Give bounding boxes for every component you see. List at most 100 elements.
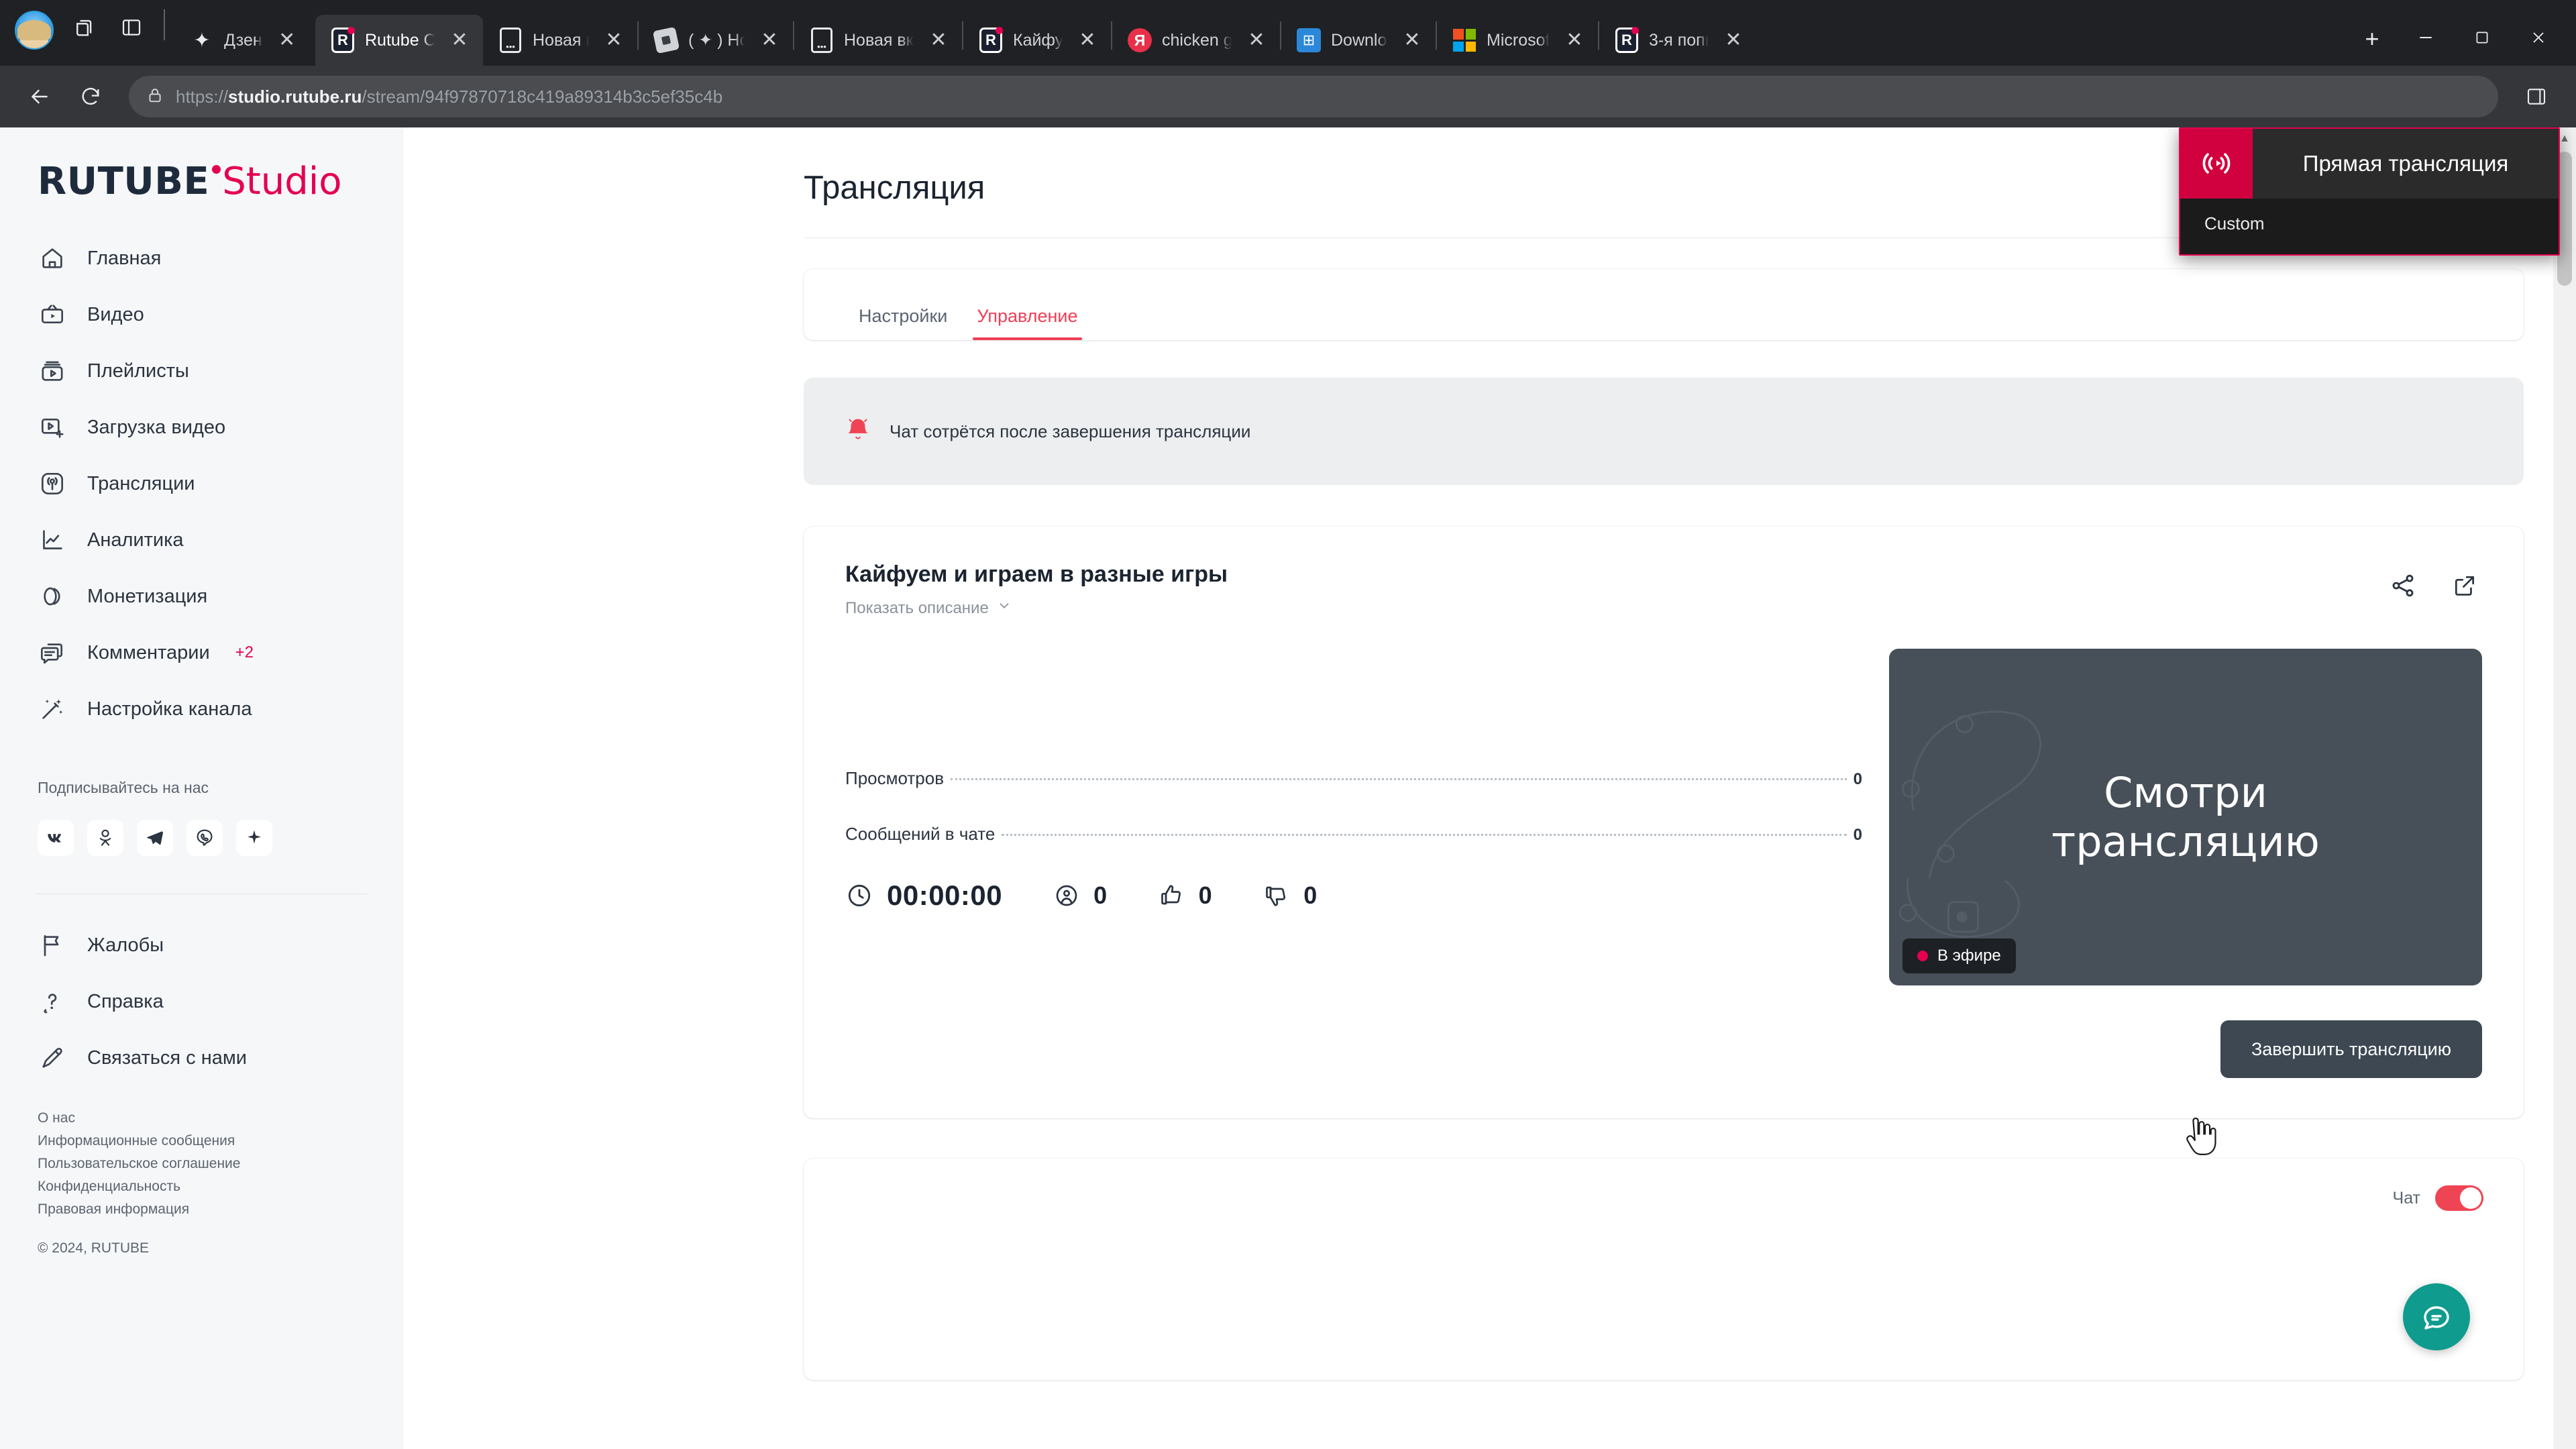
live-badge-label: В эфире bbox=[1937, 947, 2001, 965]
tab-close-icon[interactable]: ✕ bbox=[1241, 25, 1272, 56]
footer-link[interactable]: О нас bbox=[38, 1110, 402, 1126]
page-scrollbar[interactable]: ▲ bbox=[2553, 127, 2576, 1449]
browser-tab[interactable]: ✦Дзен✕ bbox=[174, 15, 315, 66]
sidebar-item-comments[interactable]: Комментарии+2 bbox=[0, 625, 402, 681]
close-window-button[interactable] bbox=[2510, 19, 2567, 56]
tab-close-icon[interactable]: ✕ bbox=[444, 25, 475, 56]
sidebar-nav-primary: ГлавнаяВидеоПлейлистыЗагрузка видео Транс… bbox=[0, 230, 402, 737]
support-chat-button[interactable] bbox=[2403, 1283, 2470, 1350]
stream-preview-column: Смотри трансляцию В эфире Завершить тран… bbox=[1889, 649, 2482, 1078]
clock-icon bbox=[845, 881, 873, 910]
browser-toolbar: https://studio.rutube.ru/stream/94f97870… bbox=[0, 66, 2576, 127]
rutube-icon: R bbox=[330, 28, 356, 53]
browser-tab[interactable]: RRutube Студия✕ bbox=[315, 15, 483, 66]
viewers-icon bbox=[1053, 882, 1080, 909]
browser-tab[interactable]: RКайфуем и играе✕ bbox=[963, 15, 1111, 66]
sidebar-item-playlist[interactable]: Плейлисты bbox=[0, 343, 402, 399]
share-icon[interactable] bbox=[2385, 568, 2420, 603]
plus-icon[interactable] bbox=[236, 820, 272, 856]
browser-sidebar-toggle[interactable] bbox=[2514, 74, 2559, 119]
tab-active[interactable]: Управление bbox=[962, 307, 1092, 340]
telegram-icon[interactable] bbox=[137, 820, 173, 856]
thumbs-up-icon bbox=[1159, 882, 1185, 909]
metric-value: 0 bbox=[1303, 881, 1318, 910]
footer-link[interactable]: Правовая информация bbox=[38, 1201, 402, 1218]
browser-tab[interactable]: R3-я попытка прой✕ bbox=[1599, 15, 1757, 66]
sidebar-item-pen[interactable]: Связаться с нами bbox=[0, 1030, 402, 1086]
tab-title: chicken gun скача bbox=[1162, 31, 1232, 50]
logo-secondary: Studio bbox=[222, 160, 341, 203]
tab-title: ( ✦ ) Home - Robl bbox=[688, 30, 745, 50]
subscribe-block: Подписывайтесь на нас bbox=[0, 737, 402, 856]
end-stream-button[interactable]: Завершить трансляцию bbox=[2220, 1020, 2482, 1078]
viber-icon[interactable] bbox=[186, 820, 223, 856]
tab-close-icon[interactable]: ✕ bbox=[598, 25, 629, 56]
vertical-tabs-icon[interactable] bbox=[113, 9, 150, 46]
browser-window: ✦Дзен✕RRutube Студия✕Новая вкладка✕( ✦ )… bbox=[0, 0, 2576, 1449]
new-tab-button[interactable]: + bbox=[2353, 20, 2391, 58]
sidebar-item-magic-wand[interactable]: Настройка канала bbox=[0, 681, 402, 737]
windows-blue-icon: ⊞ bbox=[1296, 28, 1322, 53]
minimize-button[interactable] bbox=[2398, 19, 2454, 56]
footer-link[interactable]: Конфиденциальность bbox=[38, 1179, 402, 1195]
question-icon bbox=[38, 987, 67, 1016]
tab-close-icon[interactable]: ✕ bbox=[923, 25, 954, 56]
sidebar-item-analytics[interactable]: Аналитика bbox=[0, 512, 402, 568]
sidebar-item-broadcast[interactable]: Трансляции bbox=[0, 455, 402, 512]
show-description-toggle[interactable]: Показать описание bbox=[845, 598, 1228, 618]
vk-icon[interactable] bbox=[38, 820, 74, 856]
bell-icon bbox=[844, 416, 872, 447]
sidebar-nav-secondary: ЖалобыСправка Связаться с нами bbox=[0, 894, 402, 1086]
sidebar-item-upload-video[interactable]: Загрузка видео bbox=[0, 399, 402, 455]
copyright: © 2024, RUTUBE bbox=[0, 1218, 402, 1283]
metric-thumbs-down: 0 bbox=[1263, 881, 1318, 910]
logo-dot-icon bbox=[212, 165, 221, 174]
stream-preview[interactable]: Смотри трансляцию В эфире bbox=[1889, 649, 2482, 985]
tab-close-icon[interactable]: ✕ bbox=[272, 25, 303, 56]
stream-title: Кайфуем и играем в разные игры bbox=[845, 561, 1228, 588]
browser-tab[interactable]: Новая вкладка✕ bbox=[483, 15, 637, 66]
sidebar-item-label: Трансляции bbox=[87, 473, 195, 495]
tab-close-icon[interactable]: ✕ bbox=[754, 25, 785, 56]
stat-lines: Просмотров0Сообщений в чате0 bbox=[845, 768, 1862, 845]
stat-label: Сообщений в чате bbox=[845, 824, 995, 845]
footer-link[interactable]: Информационные сообщения bbox=[38, 1133, 402, 1149]
tab-list: ✦Дзен✕RRutube Студия✕Новая вкладка✕( ✦ )… bbox=[174, 15, 2344, 66]
tab-close-icon[interactable]: ✕ bbox=[1559, 25, 1590, 56]
address-bar[interactable]: https://studio.rutube.ru/stream/94f97870… bbox=[129, 76, 2498, 117]
tab-collections-icon[interactable] bbox=[67, 9, 105, 46]
thumbs-down-icon bbox=[1263, 882, 1290, 909]
tab-inactive[interactable]: Настройки bbox=[844, 307, 962, 340]
browser-tab[interactable]: Яchicken gun скача✕ bbox=[1112, 15, 1280, 66]
tab-title: Новая вкладка bbox=[844, 31, 914, 50]
sidebar-item-tv[interactable]: Видео bbox=[0, 286, 402, 343]
rutube-studio-logo[interactable]: RUTUBE Studio bbox=[0, 127, 402, 230]
app-sidebar: RUTUBE Studio ГлавнаяВидеоПлейлистыЗагру… bbox=[0, 127, 402, 1449]
browser-tab[interactable]: ( ✦ ) Home - Robl ✕ bbox=[639, 15, 793, 66]
page-content: RUTUBE Studio ГлавнаяВидеоПлейлистыЗагру… bbox=[0, 127, 2576, 1449]
sidebar-item-label: Связаться с нами bbox=[87, 1047, 247, 1069]
open-external-icon[interactable] bbox=[2447, 568, 2482, 603]
footer-link[interactable]: Пользовательское соглашение bbox=[38, 1156, 402, 1172]
stream-notification-popup[interactable]: Прямая трансляция Custom bbox=[2179, 127, 2560, 256]
sidebar-item-flag[interactable]: Жалобы bbox=[0, 917, 402, 973]
maximize-button[interactable] bbox=[2454, 19, 2510, 56]
browser-tab[interactable]: Новая вкладка ✕ bbox=[794, 15, 962, 66]
sidebar-item-home[interactable]: Главная bbox=[0, 230, 402, 286]
sidebar-item-question[interactable]: Справка bbox=[0, 973, 402, 1030]
tab-close-icon[interactable]: ✕ bbox=[1072, 25, 1103, 56]
tab-close-icon[interactable]: ✕ bbox=[1718, 25, 1749, 56]
sidebar-item-coins[interactable]: Монетизация bbox=[0, 568, 402, 625]
tab-title: Microsoft Family S bbox=[1487, 31, 1550, 50]
chat-toggle[interactable] bbox=[2435, 1185, 2483, 1211]
chat-erase-notice: Чат сотрётся после завершения трансляции bbox=[804, 378, 2524, 485]
tab-close-icon[interactable]: ✕ bbox=[1397, 25, 1428, 56]
odnoklassniki-icon[interactable] bbox=[87, 820, 123, 856]
reload-button[interactable] bbox=[68, 74, 113, 119]
social-links bbox=[38, 820, 402, 856]
back-button[interactable] bbox=[17, 74, 62, 119]
browser-tab[interactable]: ⊞Download Chicke✕ bbox=[1281, 15, 1436, 66]
subscribe-title: Подписывайтесь на нас bbox=[38, 779, 402, 797]
profile-avatar[interactable] bbox=[15, 11, 54, 50]
browser-tab[interactable]: Microsoft Family S ✕ bbox=[1437, 15, 1598, 66]
